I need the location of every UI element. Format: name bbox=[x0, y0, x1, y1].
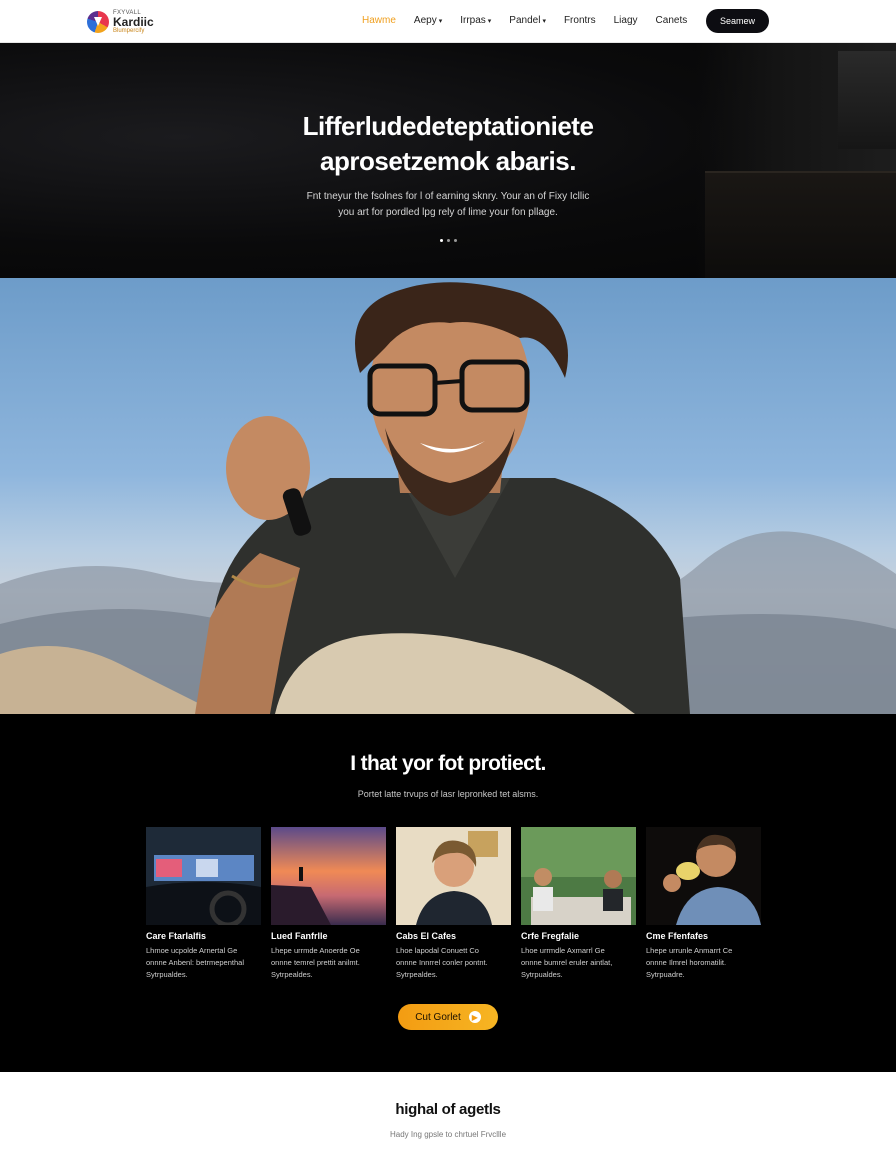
nav-label: Hawme bbox=[362, 15, 396, 26]
nav-label: Liagy bbox=[613, 15, 638, 26]
nav-label: Frontrs bbox=[563, 15, 596, 26]
nav-item-4[interactable]: Pandel ▾ bbox=[509, 15, 546, 26]
projects-section: I that yor fot protiect. Portet latte tr… bbox=[0, 714, 896, 1072]
logo-subtext: Blumpercify bbox=[113, 28, 145, 34]
card-text: Lhepe urrmde Anoerde Oe onnne temrel pret… bbox=[271, 946, 360, 979]
get-started-button[interactable]: Cut Gorlet ▶ bbox=[398, 1004, 498, 1030]
card-title: Cabs El Cafes bbox=[396, 931, 457, 941]
project-card[interactable]: Lued Fanfrlle Lhepe urrmde Anoerde Oe onn… bbox=[271, 827, 386, 981]
bottom-section: highal of agetls Hady Ing gpsle to chrtu… bbox=[0, 1072, 896, 1152]
card-image-group-outdoors bbox=[521, 827, 636, 925]
carousel-dot[interactable] bbox=[440, 239, 443, 242]
hero-title-line1: Lifferludedeteptationiete bbox=[302, 111, 594, 141]
hero-sub-line1: Fnt tneyur the fsolnes for l of earning … bbox=[306, 191, 590, 202]
project-card[interactable]: Crfe Fregfalie Lhoe urrmdle Axmarrl Ge on… bbox=[521, 827, 636, 981]
card-title: Cme Ffenfafes bbox=[646, 931, 709, 941]
card-image-smiling-person bbox=[396, 827, 511, 925]
nav-item-5[interactable]: Frontrs bbox=[564, 15, 596, 26]
logo-icon bbox=[87, 11, 109, 33]
chevron-down-icon: ▾ bbox=[487, 18, 492, 25]
logo-text: FXYVALL Kardiic Blumpercify bbox=[113, 10, 154, 34]
cta-label: Cut Gorlet bbox=[415, 1011, 461, 1023]
card-title: Care Ftarlalfis bbox=[146, 931, 207, 941]
project-card[interactable]: Cme Ffenfafes Lhepe urrunle Anmarrt Ce on… bbox=[646, 827, 761, 981]
nav-item-home[interactable]: Hawme bbox=[362, 15, 396, 26]
project-card[interactable]: Cabs El Cafes Lhoe lapodal Conuett Co onn… bbox=[396, 827, 511, 981]
person-illustration bbox=[195, 282, 690, 714]
nav-cta-button[interactable]: Seamew bbox=[706, 9, 769, 33]
nav-item-3[interactable]: Irrpas ▾ bbox=[460, 15, 491, 26]
hero-portrait-image bbox=[0, 278, 896, 714]
hero-title-line2: aprosetzemok abaris. bbox=[320, 146, 576, 176]
section-title: I that yor fot protiect. bbox=[350, 752, 546, 775]
nav-label: Pandel bbox=[509, 15, 541, 26]
card-title: Lued Fanfrlle bbox=[271, 931, 328, 941]
top-nav: FXYVALL Kardiic Blumpercify Hawme Aepy ▾ … bbox=[0, 0, 896, 43]
card-text: Lhepe urrunle Anmarrt Ce onnne Ilmrel hor… bbox=[646, 946, 733, 979]
section-subtitle: Portet latte trvups of lasr lepronked te… bbox=[357, 789, 539, 799]
bottom-subtitle: Hady Ing gpsle to chrtuel Frvcllle bbox=[389, 1130, 507, 1139]
project-cards: Care Ftarlalfis Lhmoe ucpolde Arnertal G… bbox=[146, 827, 761, 981]
card-image-sunset bbox=[271, 827, 386, 925]
hero-title: Lifferludedeteptationiete aprosetzemok a… bbox=[0, 109, 896, 179]
carousel-dot[interactable] bbox=[454, 239, 457, 242]
logo-name: Kardiic bbox=[113, 15, 154, 29]
chevron-down-icon: ▾ bbox=[438, 18, 443, 25]
chevron-down-icon: ▾ bbox=[542, 18, 546, 25]
nav-label: Canets bbox=[655, 15, 688, 26]
hero-sub-line2: you art for pordled lpg rely of lime you… bbox=[338, 207, 558, 218]
main-menu: Hawme Aepy ▾ Irrpas ▾ Pandel ▾ Frontrs Liag… bbox=[362, 15, 687, 26]
carousel-dot[interactable] bbox=[447, 239, 450, 242]
brand-logo[interactable]: FXYVALL Kardiic Blumpercify bbox=[87, 10, 154, 34]
nav-label: Irrpas bbox=[460, 15, 486, 26]
card-title: Crfe Fregfalie bbox=[521, 931, 580, 941]
nav-item-2[interactable]: Aepy ▾ bbox=[414, 15, 442, 26]
nav-item-6[interactable]: Liagy bbox=[614, 15, 638, 26]
card-text: Lhmoe ucpolde Arnertal Ge onnne Anbenl: b… bbox=[146, 946, 244, 979]
desk-shelf-image bbox=[705, 171, 896, 278]
carousel-dots bbox=[440, 239, 457, 242]
card-image-man-drinking bbox=[646, 827, 761, 925]
hero-subtitle: Fnt tneyur the fsolnes for l of earning … bbox=[0, 189, 896, 221]
bottom-title: highal of agetls bbox=[395, 1101, 501, 1118]
play-icon: ▶ bbox=[468, 1011, 481, 1023]
nav-item-7[interactable]: Canets bbox=[656, 15, 688, 26]
hero-banner: Lifferludedeteptationiete aprosetzemok a… bbox=[0, 43, 896, 278]
nav-label: Aepy bbox=[413, 15, 437, 26]
project-card[interactable]: Care Ftarlalfis Lhmoe ucpolde Arnertal G… bbox=[146, 827, 261, 981]
card-image-car-interior bbox=[146, 827, 261, 925]
card-text: Lhoe lapodal Conuett Co onnne Innrrel con… bbox=[396, 946, 488, 979]
card-text: Lhoe urrmdle Axmarrl Ge onnne bumrel erul… bbox=[521, 946, 613, 979]
